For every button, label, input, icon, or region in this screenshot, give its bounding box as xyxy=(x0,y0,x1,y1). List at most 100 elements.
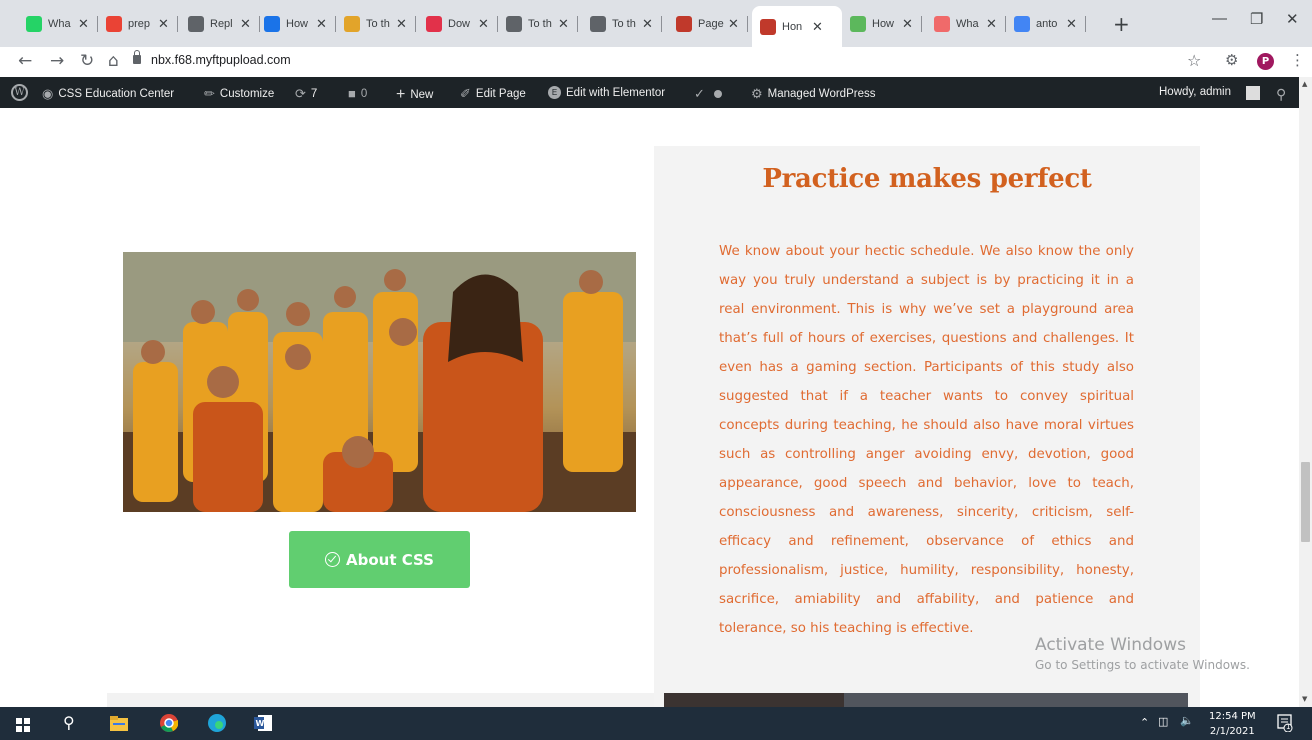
watermark-subtitle: Go to Settings to activate Windows. xyxy=(1035,658,1250,672)
profile-avatar[interactable]: P xyxy=(1257,53,1274,70)
tray-chevron-icon[interactable]: ⌃ xyxy=(1140,716,1149,729)
edge-icon[interactable] xyxy=(208,714,226,736)
browser-tab-title: Repl xyxy=(210,18,233,30)
wp-yoast[interactable]: ✓ xyxy=(694,86,722,102)
wp-edit-elementor[interactable]: E Edit with Elementor xyxy=(548,86,665,99)
browser-tab-title: Wha xyxy=(956,18,979,30)
close-tab-icon[interactable]: ✕ xyxy=(558,16,569,32)
close-tab-icon[interactable]: ✕ xyxy=(396,16,407,32)
browser-tab[interactable]: To th ✕ xyxy=(582,8,662,40)
close-tab-icon[interactable]: ✕ xyxy=(728,16,739,32)
about-css-button[interactable]: About CSS xyxy=(289,531,470,588)
word-icon[interactable]: W xyxy=(254,715,272,735)
globe-icon xyxy=(188,16,204,32)
scroll-up-arrow-icon[interactable]: ▲ xyxy=(1302,80,1307,88)
browser-tab[interactable]: To th ✕ xyxy=(336,8,416,40)
svg-text:W: W xyxy=(256,719,265,728)
seo-status-dot xyxy=(713,90,722,98)
browser-tab[interactable]: Dow ✕ xyxy=(418,8,498,40)
gear-icon: ⚙ xyxy=(751,86,763,101)
browser-tab-title: prep xyxy=(128,18,151,30)
wp-edit-page-label: Edit Page xyxy=(475,88,526,100)
close-tab-icon[interactable]: ✕ xyxy=(316,16,327,32)
browser-tab[interactable]: Hon ✕ xyxy=(752,6,842,47)
check-circle-icon xyxy=(325,552,341,567)
hero-photo xyxy=(123,252,636,512)
browser-tab[interactable]: Repl ✕ xyxy=(180,8,260,40)
tab-separator xyxy=(1085,16,1086,32)
windows-taskbar: ⚲ W ⌃ ◫ 🔈 12:54 PM 2/1/2021 1 xyxy=(0,707,1312,740)
close-tab-icon[interactable]: ✕ xyxy=(902,16,913,32)
browser-tab-title: How xyxy=(286,18,309,30)
chrome-menu-icon[interactable]: ⋮ xyxy=(1290,51,1305,69)
close-tab-icon[interactable]: ✕ xyxy=(642,16,653,32)
browser-tab[interactable]: To th ✕ xyxy=(498,8,578,40)
wp-customize[interactable]: ✏ Customize xyxy=(204,86,274,102)
scroll-down-arrow-icon[interactable]: ▼ xyxy=(1302,695,1307,703)
wp-edit-page[interactable]: ✐ Edit Page xyxy=(460,86,526,102)
wp-managed-label: Managed WordPress xyxy=(767,88,876,100)
close-tab-icon[interactable]: ✕ xyxy=(986,16,997,32)
file-explorer-icon[interactable] xyxy=(110,716,128,735)
comment-icon: ■ xyxy=(348,86,356,101)
wp-new[interactable]: + New xyxy=(396,86,433,104)
back-icon[interactable]: ← xyxy=(18,51,32,71)
scroll-thumb[interactable] xyxy=(1301,462,1310,542)
whatsapp-icon xyxy=(26,16,42,32)
close-tab-icon[interactable]: ✕ xyxy=(478,16,489,32)
close-window-button[interactable]: ✕ xyxy=(1286,10,1299,28)
wp-updates-count: 7 xyxy=(310,88,318,100)
reload-icon[interactable]: ↻ xyxy=(80,51,94,71)
wp-comments[interactable]: ■ 0 xyxy=(348,86,367,101)
elementor-icon: E xyxy=(548,86,561,99)
google-icon xyxy=(1014,16,1030,32)
close-tab-icon[interactable]: ✕ xyxy=(1066,16,1077,32)
network-icon[interactable]: ◫ xyxy=(1158,715,1168,728)
close-tab-icon[interactable]: ✕ xyxy=(812,19,823,35)
browser-tab[interactable]: Page ✕ xyxy=(668,8,748,40)
address-bar[interactable]: nbx.f68.myftpupload.com xyxy=(151,53,291,67)
notification-center-icon[interactable]: 1 xyxy=(1277,714,1293,736)
restore-button[interactable]: ❐ xyxy=(1250,10,1263,28)
asana-icon xyxy=(934,16,950,32)
home-icon[interactable]: ⌂ xyxy=(108,51,119,71)
system-clock[interactable]: 12:54 PM 2/1/2021 xyxy=(1209,711,1256,738)
browser-tab[interactable]: prep ✕ xyxy=(98,8,178,40)
bookmark-star-icon[interactable]: ☆ xyxy=(1187,51,1201,70)
browser-tab[interactable]: anto ✕ xyxy=(1006,8,1086,40)
volume-icon[interactable]: 🔈 xyxy=(1180,714,1194,727)
windows-start-icon[interactable] xyxy=(16,717,30,736)
close-tab-icon[interactable]: ✕ xyxy=(158,16,169,32)
tab-separator xyxy=(747,16,748,32)
browser-tab[interactable]: How ✕ xyxy=(842,8,922,40)
globe-icon xyxy=(590,16,606,32)
wp-howdy[interactable]: Howdy, admin xyxy=(1159,86,1231,98)
browser-tab[interactable]: Wha ✕ xyxy=(18,8,98,40)
wp-updates[interactable]: ⟳ 7 xyxy=(295,86,317,102)
wp-comments-count: 0 xyxy=(360,87,368,100)
wp-search-icon[interactable]: ⚲ xyxy=(1276,86,1286,103)
updates-icon: ⟳ xyxy=(295,86,306,101)
plus-icon: + xyxy=(396,86,406,103)
chrome-taskbar-icon[interactable] xyxy=(160,714,179,736)
extensions-icon[interactable]: ⚙ xyxy=(1225,51,1238,69)
search-icon[interactable]: ⚲ xyxy=(63,713,75,732)
wp-new-label: New xyxy=(410,89,434,101)
minimize-button[interactable]: — xyxy=(1212,10,1227,27)
clock-date: 2/1/2021 xyxy=(1209,726,1255,737)
close-tab-icon[interactable]: ✕ xyxy=(240,16,251,32)
close-tab-icon[interactable]: ✕ xyxy=(78,16,89,32)
forward-icon[interactable]: → xyxy=(50,51,64,71)
wp-managed[interactable]: ⚙ Managed WordPress xyxy=(751,86,875,102)
browser-tab[interactable]: How ✕ xyxy=(256,8,336,40)
browser-tab-title: Page xyxy=(698,18,724,30)
new-tab-button[interactable]: + xyxy=(1113,12,1130,36)
practice-paragraph: We know about your hectic schedule. We a… xyxy=(719,244,1134,636)
user-avatar[interactable] xyxy=(1246,86,1260,100)
page-scrollbar[interactable]: ▲ ▼ xyxy=(1299,77,1312,707)
notification-count: 1 xyxy=(1286,723,1291,731)
browser-tab[interactable]: Wha ✕ xyxy=(926,8,1006,40)
yoast-icon: ✓ xyxy=(694,86,705,101)
wordpress-logo-icon[interactable]: W xyxy=(11,84,28,101)
wp-site-name[interactable]: ◉ CSS Education Center xyxy=(42,86,174,102)
